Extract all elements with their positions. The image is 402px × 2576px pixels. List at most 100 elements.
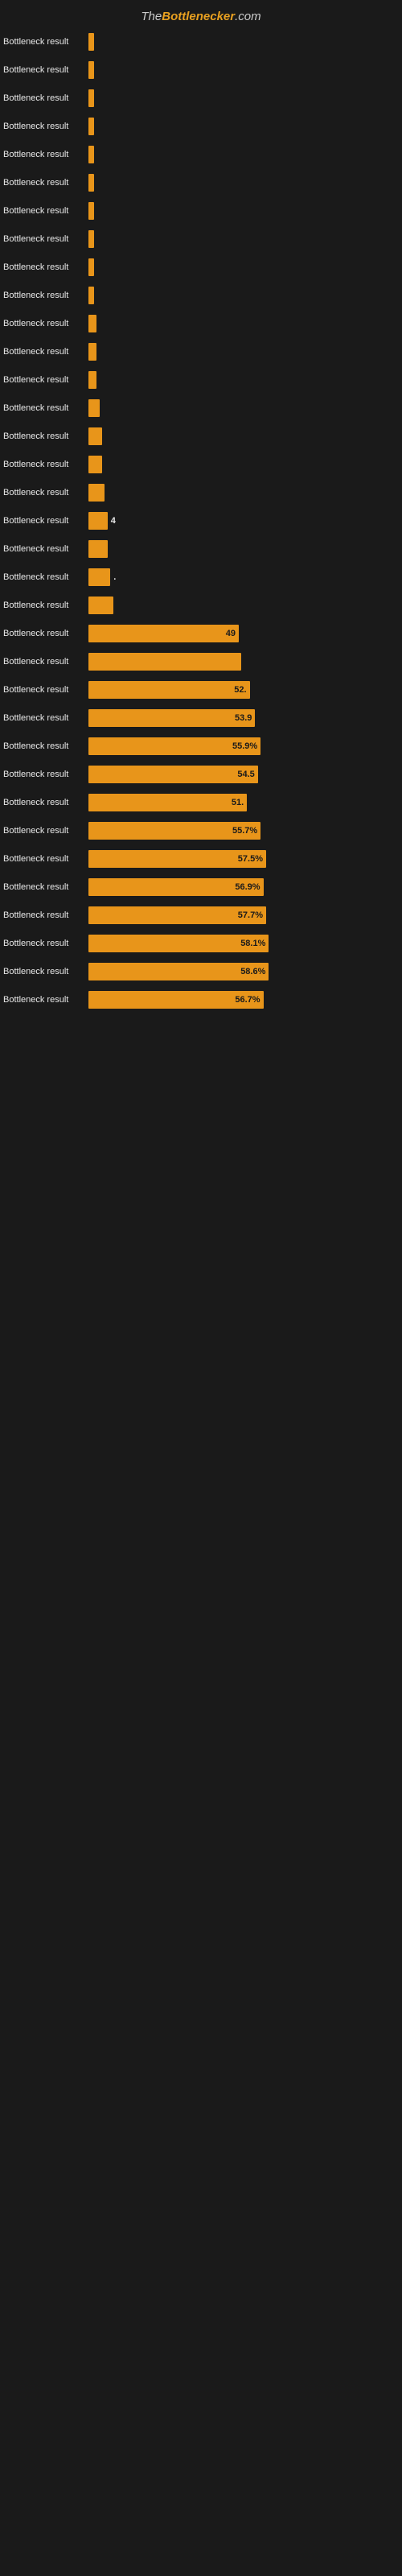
bar-track: [88, 146, 402, 163]
row-label: Bottleneck result: [0, 460, 88, 469]
table-row: Bottleneck result: [0, 31, 402, 53]
bar-fill: 52.: [88, 681, 250, 699]
bar-value: 51.: [232, 798, 244, 807]
table-row: Bottleneck result 58.6%: [0, 960, 402, 983]
bar-fill: [88, 371, 96, 389]
row-label: Bottleneck result: [0, 347, 88, 357]
bar-track: [88, 343, 402, 361]
bar-fill: [88, 399, 100, 417]
bar-fill: [88, 512, 108, 530]
bar-track: [88, 174, 402, 192]
bar-track: [88, 597, 402, 614]
bar-fill: [88, 456, 102, 473]
bar-fill: [88, 258, 94, 276]
bar-value: .: [113, 572, 116, 582]
row-label: Bottleneck result: [0, 770, 88, 779]
table-row: Bottleneck result: [0, 284, 402, 307]
table-row: Bottleneck result 55.9%: [0, 735, 402, 758]
row-label: Bottleneck result: [0, 93, 88, 103]
bar-fill: [88, 343, 96, 361]
bar-track: 51.: [88, 794, 402, 811]
bar-track: [88, 315, 402, 332]
table-row: Bottleneck result52.: [0, 679, 402, 701]
bar-track: 55.7%: [88, 822, 402, 840]
bar-value: 55.7%: [232, 826, 257, 836]
site-title: TheBottlenecker.com: [141, 10, 260, 23]
row-label: Bottleneck result: [0, 741, 88, 751]
row-label: Bottleneck result: [0, 882, 88, 892]
bar-track: [88, 653, 402, 671]
bar-value: 58.6%: [240, 967, 265, 976]
table-row: Bottleneck result 54.5: [0, 763, 402, 786]
bar-track: 54.5: [88, 766, 402, 783]
bar-fill: [88, 89, 94, 107]
bar-track: [88, 484, 402, 502]
table-row: Bottleneck result 51.: [0, 791, 402, 814]
row-label: Bottleneck result: [0, 403, 88, 413]
row-label: Bottleneck result: [0, 713, 88, 723]
table-row: Bottleneck result: [0, 650, 402, 673]
bar-value: 49: [226, 629, 236, 638]
row-label: Bottleneck result: [0, 967, 88, 976]
bar-track: 56.9%: [88, 878, 402, 896]
bar-track: 57.5%: [88, 850, 402, 868]
row-label: Bottleneck result: [0, 431, 88, 441]
bar-fill: 57.7%: [88, 906, 266, 924]
table-row: Bottleneck result: [0, 143, 402, 166]
row-label: Bottleneck result: [0, 572, 88, 582]
table-row: Bottleneck result: [0, 171, 402, 194]
bar-value: 54.5: [237, 770, 254, 779]
table-row: Bottleneck result: [0, 425, 402, 448]
table-row: Bottleneck result56.7%: [0, 989, 402, 1011]
table-row: Bottleneck result49: [0, 622, 402, 645]
bar-fill: 55.9%: [88, 737, 260, 755]
table-row: Bottleneck result57.5%: [0, 848, 402, 870]
row-label: Bottleneck result: [0, 488, 88, 497]
bar-fill: [88, 484, 105, 502]
bar-fill: [88, 230, 94, 248]
bar-track: 55.9%: [88, 737, 402, 755]
table-row: Bottleneck result: [0, 200, 402, 222]
table-row: Bottleneck result: [0, 228, 402, 250]
table-row: Bottleneck result 55.7%: [0, 819, 402, 842]
bar-fill: [88, 540, 108, 558]
bar-track: 58.6%: [88, 963, 402, 980]
bar-fill: 54.5: [88, 766, 258, 783]
bar-fill: [88, 427, 102, 445]
bar-value: 55.9%: [232, 741, 257, 751]
bar-fill: 58.1%: [88, 935, 269, 952]
row-label: Bottleneck result: [0, 206, 88, 216]
table-row: Bottleneck result 4: [0, 510, 402, 532]
bar-fill: [88, 174, 94, 192]
bar-fill: [88, 118, 94, 135]
row-label: Bottleneck result: [0, 657, 88, 667]
bar-fill: 55.7%: [88, 822, 260, 840]
row-label: Bottleneck result: [0, 234, 88, 244]
bar-track: 58.1%: [88, 935, 402, 952]
bar-track: 57.7%: [88, 906, 402, 924]
table-row: Bottleneck result: [0, 256, 402, 279]
row-label: Bottleneck result: [0, 262, 88, 272]
bar-track: [88, 33, 402, 51]
row-label: Bottleneck result: [0, 798, 88, 807]
bar-value: 4: [111, 516, 116, 526]
row-label: Bottleneck result: [0, 544, 88, 554]
table-row: Bottleneck result: [0, 312, 402, 335]
bar-fill: [88, 202, 94, 220]
bar-fill: [88, 315, 96, 332]
bar-track: [88, 230, 402, 248]
bar-track: [88, 427, 402, 445]
bar-track: 56.7%: [88, 991, 402, 1009]
bar-value: 56.9%: [235, 882, 260, 892]
bar-fill: [88, 287, 94, 304]
bar-track: .: [88, 568, 402, 586]
row-label: Bottleneck result: [0, 826, 88, 836]
bar-fill: 57.5%: [88, 850, 266, 868]
bar-fill: [88, 653, 241, 671]
bar-track: [88, 61, 402, 79]
row-label: Bottleneck result: [0, 516, 88, 526]
bar-track: [88, 89, 402, 107]
table-row: Bottleneck result: [0, 115, 402, 138]
bar-value: 52.: [234, 685, 246, 695]
row-label: Bottleneck result: [0, 37, 88, 47]
